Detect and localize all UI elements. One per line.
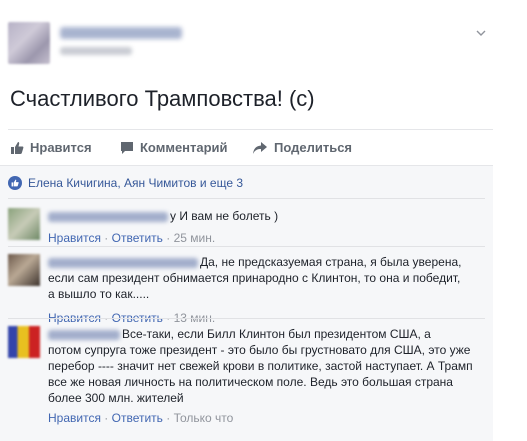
- author-name-blurred[interactable]: [60, 27, 182, 39]
- share-label: Поделиться: [274, 140, 353, 155]
- commenter-avatar[interactable]: [8, 208, 40, 240]
- comment-text: а вышло то как.....: [48, 287, 150, 301]
- comment-text: если сам президент обнимается принародно…: [48, 271, 461, 285]
- divider: [8, 318, 485, 319]
- comment-time: 25 мин.: [173, 231, 216, 245]
- comment-reply-link[interactable]: Ответить: [112, 231, 163, 245]
- like-button[interactable]: Нравится: [10, 140, 92, 155]
- share-arrow-icon: [253, 141, 267, 154]
- comment-reply-link[interactable]: Ответить: [112, 411, 163, 425]
- comment-like-link[interactable]: Нравится: [48, 411, 101, 425]
- comment-text: более 300 млн. жителей: [48, 391, 184, 405]
- comment-like-link[interactable]: Нравится: [48, 231, 101, 245]
- thumbs-up-icon: [11, 141, 24, 154]
- comment-label: Комментарий: [140, 140, 228, 155]
- comment-button[interactable]: Комментарий: [120, 140, 228, 155]
- author-avatar[interactable]: [8, 22, 50, 64]
- comment-time: Только что: [173, 411, 234, 425]
- likes-summary[interactable]: Елена Кичигина, Аян Чимитов и еще 3: [8, 176, 243, 190]
- comment-text: y И вам не болеть ): [170, 209, 279, 223]
- post-header: [8, 22, 508, 68]
- comment-icon: [121, 141, 133, 154]
- comment-text: Все-таки, если Билл Клинтон был президен…: [122, 327, 431, 341]
- commenter-name-blurred[interactable]: [48, 329, 120, 340]
- likes-summary-text: Елена Кичигина, Аян Чимитов и еще 3: [28, 176, 244, 190]
- commenter-name-blurred[interactable]: [48, 257, 198, 268]
- action-bar: Нравится Комментарий Поделиться: [8, 129, 493, 166]
- commenter-avatar[interactable]: [8, 254, 40, 286]
- commenter-avatar[interactable]: [8, 326, 40, 358]
- divider: [8, 198, 485, 199]
- comment-text: все же новая личность на политическом по…: [48, 375, 453, 389]
- comment-text: Да, не предсказуемая страна, я была увер…: [200, 255, 462, 269]
- commenter-name-blurred[interactable]: [48, 211, 168, 222]
- comment-text: потом супруга тоже президент - это было …: [48, 343, 471, 357]
- comments-section: Елена Кичигина, Аян Чимитов и еще 3 y И …: [0, 165, 493, 441]
- share-button[interactable]: Поделиться: [252, 140, 352, 155]
- post-text: Счастливого Трамповства! (с): [10, 86, 315, 111]
- divider: [8, 246, 485, 247]
- post-meta-blurred[interactable]: [60, 47, 132, 55]
- chevron-down-icon[interactable]: [476, 28, 486, 38]
- like-badge-icon: [8, 176, 22, 190]
- like-label: Нравится: [30, 140, 92, 155]
- comment-text: перебор ---- значит нет свежей крови в п…: [48, 359, 473, 373]
